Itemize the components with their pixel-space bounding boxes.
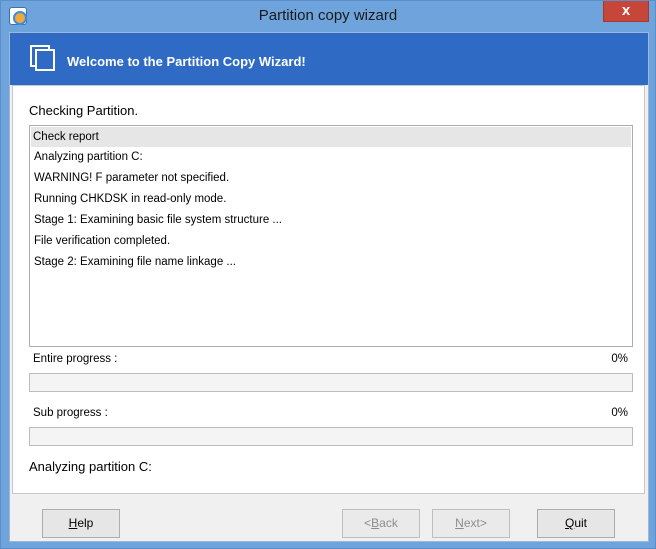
banner-title: Welcome to the Partition Copy Wizard! (67, 54, 306, 69)
next-button[interactable]: Next> (432, 509, 510, 538)
close-button[interactable]: x (603, 1, 649, 22)
back-mnemonic: B (371, 516, 380, 530)
report-line: Analyzing partition C: (34, 151, 143, 163)
wizard-body: Welcome to the Partition Copy Wizard! Ch… (9, 32, 649, 542)
entire-progress-bar (29, 373, 633, 392)
pages-icon (30, 45, 55, 71)
report-line: WARNING! F parameter not specified. (34, 172, 230, 184)
report-line: File verification completed. (34, 235, 171, 247)
quit-button[interactable]: Quit (537, 509, 615, 538)
help-button[interactable]: Help (42, 509, 120, 538)
report-line: Stage 1: Examining basic file system str… (34, 214, 282, 226)
report-line: Running CHKDSK in read-only mode. (34, 193, 227, 205)
title-bar[interactable]: Partition copy wizard x (1, 1, 655, 32)
help-label: elp (77, 516, 94, 530)
report-header[interactable]: Check report (31, 127, 631, 147)
entire-progress-percent: 0% (611, 353, 628, 365)
sub-progress-bar (29, 427, 633, 446)
entire-progress-label: Entire progress : (33, 353, 118, 365)
next-mnemonic: N (455, 516, 464, 530)
quit-mnemonic: Q (564, 516, 575, 530)
back-label: ack (379, 516, 398, 530)
header-banner: Welcome to the Partition Copy Wizard! (10, 33, 648, 85)
sub-progress-percent: 0% (611, 407, 628, 419)
window-title: Partition copy wizard (258, 7, 398, 24)
report-line: Stage 2: Examining file name linkage ... (34, 256, 237, 268)
back-button[interactable]: <Back (342, 509, 420, 538)
sub-progress-label: Sub progress : (33, 407, 108, 419)
content-panel: Checking Partition. Check report Analyzi… (12, 85, 645, 494)
wizard-window: Partition copy wizard x Welcome to the P… (0, 0, 656, 549)
next-label: ext> (463, 516, 487, 530)
quit-label: uit (574, 516, 588, 530)
page-heading: Checking Partition. (29, 103, 139, 118)
status-text: Analyzing partition C: (29, 459, 152, 474)
check-report-list[interactable]: Check report Analyzing partition C: WARN… (29, 125, 633, 347)
